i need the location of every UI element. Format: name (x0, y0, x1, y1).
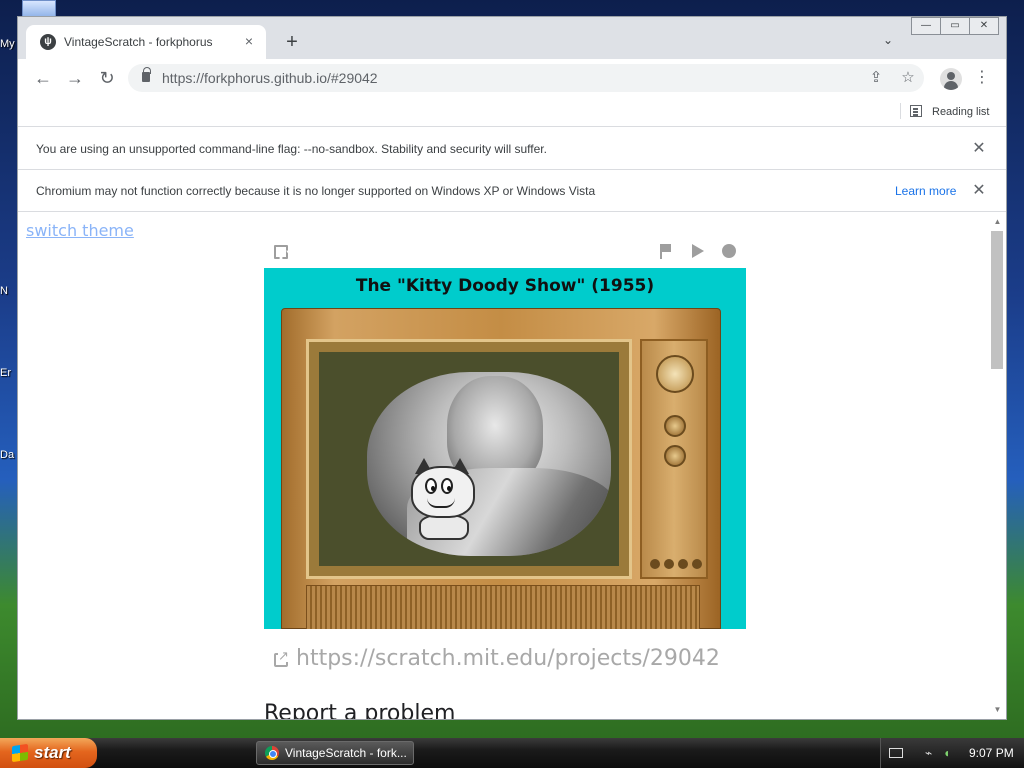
system-tray: ⌁ ◖ 9:07 PM (880, 738, 1024, 768)
infobar-message: You are using an unsupported command-lin… (36, 142, 547, 156)
infobar-close-icon[interactable]: ✕ (970, 140, 988, 158)
desktop-label[interactable]: Da (0, 449, 18, 461)
taskbar-item-label: VintageScratch - fork... (285, 746, 407, 760)
switch-theme-link[interactable]: switch theme (26, 221, 134, 240)
tv-screen (319, 352, 619, 566)
tv-button (664, 559, 674, 569)
clock[interactable]: 9:07 PM (969, 746, 1014, 760)
stop-icon[interactable] (722, 244, 736, 258)
vertical-scrollbar[interactable]: ▲ ▼ (988, 213, 1006, 719)
tab-close-icon[interactable]: × (240, 32, 258, 50)
network-icon[interactable]: ⌁ (925, 746, 941, 760)
menu-button[interactable]: ⋮ (974, 67, 990, 89)
bookmark-bar: Reading list (18, 97, 1006, 127)
desktop-label[interactable]: My (0, 38, 18, 50)
tv-screen-frame (306, 339, 632, 579)
share-icon[interactable]: ⇪ (866, 68, 886, 88)
play-icon[interactable] (692, 244, 704, 258)
tab-vintagescratch[interactable]: ψ VintageScratch - forkphorus × (26, 25, 266, 59)
divider (900, 103, 901, 119)
infobar-message: Chromium may not function correctly beca… (36, 184, 596, 198)
browser-window: ψ VintageScratch - forkphorus × + ⌄ — ▭ … (17, 16, 1007, 720)
keyboard-icon[interactable] (889, 748, 903, 758)
back-button[interactable]: ← (30, 65, 56, 91)
fullscreen-icon[interactable] (274, 245, 288, 259)
reload-button[interactable]: ↻ (94, 65, 120, 91)
tv-control-panel (640, 339, 708, 579)
tv-speaker-grille (306, 585, 700, 629)
stage-title: The "Kitty Doody Show" (1955) (355, 276, 655, 296)
start-label: start (34, 743, 71, 762)
reading-list-icon (910, 105, 922, 117)
tv-button (650, 559, 660, 569)
reading-list-label: Reading list (932, 106, 990, 118)
report-problem-heading: Report a problem (264, 701, 456, 720)
reading-list-button[interactable]: Reading list (910, 102, 989, 122)
address-bar[interactable]: https://forkphorus.github.io/#29042 ⇪ ☆ (128, 64, 924, 92)
chromium-icon (265, 746, 279, 760)
project-stage[interactable]: The "Kitty Doody Show" (1955) (264, 268, 746, 629)
start-button[interactable]: start (0, 738, 97, 768)
project-link[interactable]: https://scratch.mit.edu/projects/29042 (296, 646, 720, 671)
forward-button[interactable]: → (62, 65, 88, 91)
minimize-button[interactable]: — (911, 17, 941, 35)
forkphorus-favicon-icon: ψ (40, 34, 56, 50)
infobar-sandbox: You are using an unsupported command-lin… (18, 128, 1006, 170)
tab-search-button[interactable]: ⌄ (878, 33, 898, 53)
scratch-cat-sprite (405, 458, 483, 540)
profile-icon[interactable] (940, 68, 962, 90)
tv-knob (664, 415, 686, 437)
close-window-button[interactable]: ✕ (969, 17, 999, 35)
scrollbar-thumb[interactable] (991, 231, 1003, 369)
maximize-button[interactable]: ▭ (940, 17, 970, 35)
url-text[interactable]: https://forkphorus.github.io/#29042 (162, 70, 378, 86)
windows-logo-icon (12, 743, 28, 763)
tv-button (678, 559, 688, 569)
tv-dial-knob (656, 355, 694, 393)
lock-icon[interactable] (142, 67, 151, 82)
taskbar: start VintageScratch - fork... ⌁ ◖ 9:07 … (0, 738, 1024, 768)
page-content: switch theme The "Kitty Doody Show" (195… (18, 213, 1006, 720)
infobar-close-icon[interactable]: ✕ (970, 182, 988, 200)
external-link-icon[interactable] (274, 649, 289, 667)
infobar-unsupported-os: Chromium may not function correctly beca… (18, 170, 1006, 212)
tab-strip: ψ VintageScratch - forkphorus × + ⌄ — ▭ … (18, 17, 1006, 59)
tv-sprite (281, 308, 721, 629)
scroll-down-arrow-icon[interactable]: ▼ (988, 703, 1006, 717)
tv-button (692, 559, 702, 569)
tv-knob (664, 445, 686, 467)
scroll-up-arrow-icon[interactable]: ▲ (988, 215, 1006, 229)
green-flag-icon[interactable] (658, 243, 674, 261)
desktop-label[interactable]: N (0, 285, 18, 297)
star-icon[interactable]: ☆ (898, 68, 918, 88)
volume-icon[interactable]: ◖ (943, 746, 959, 760)
desktop-label[interactable]: Er (0, 367, 18, 379)
taskbar-item-vintagescratch[interactable]: VintageScratch - fork... (256, 741, 414, 765)
tv-picture (367, 372, 611, 556)
toolbar: ← → ↻ https://forkphorus.github.io/#2904… (18, 59, 1006, 97)
player-controls (264, 241, 746, 263)
tab-title: VintageScratch - forkphorus (64, 35, 213, 49)
new-tab-button[interactable]: + (280, 31, 304, 55)
learn-more-link[interactable]: Learn more (895, 184, 956, 198)
